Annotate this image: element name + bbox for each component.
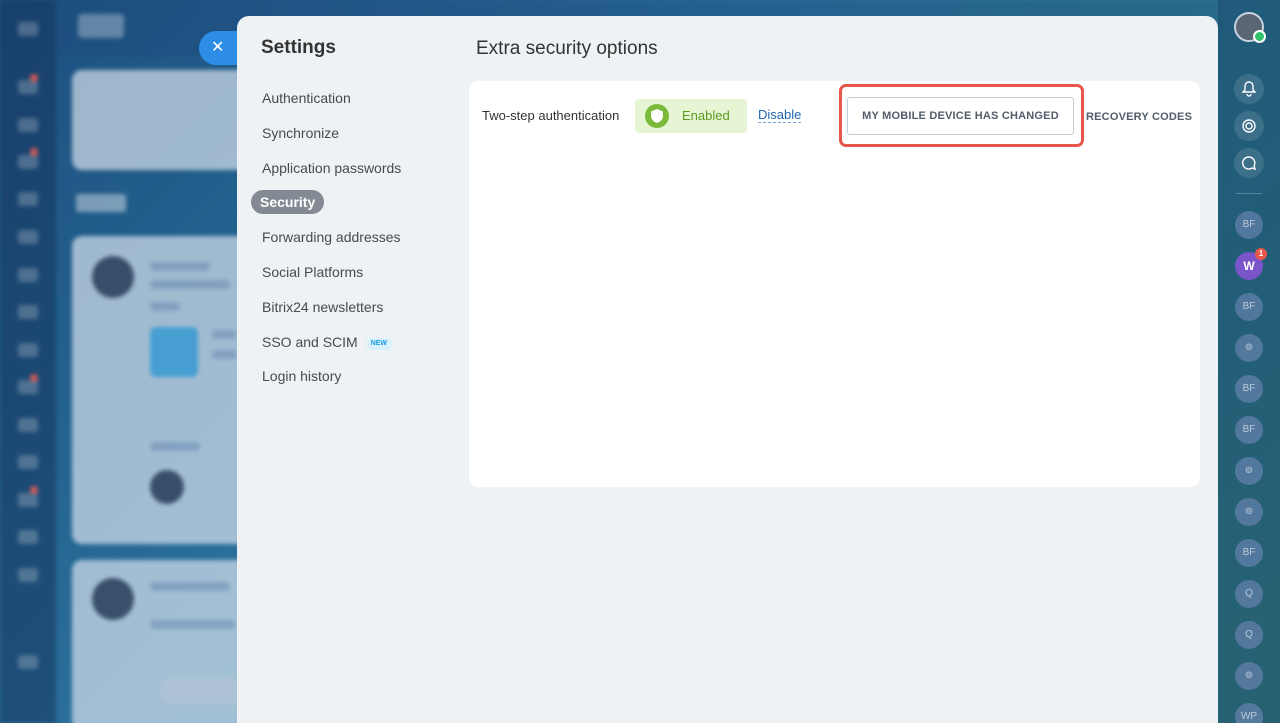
calendar-icon <box>150 327 198 377</box>
settings-nav: Authentication Synchronize Application p… <box>251 86 451 399</box>
status-badge: Enabled <box>635 99 747 133</box>
nav-item-sso-scim[interactable]: SSO and SCIM NEW <box>251 330 451 354</box>
page-title: Settings <box>261 37 336 58</box>
nav-item-security[interactable]: Security <box>251 190 451 215</box>
nav-item-social-platforms[interactable]: Social Platforms <box>251 260 451 284</box>
nav-item-synchronize[interactable]: Synchronize <box>251 121 451 145</box>
shield-icon <box>645 104 669 128</box>
recent-chat[interactable]: BF <box>1235 416 1263 444</box>
nav-item-label: Login history <box>262 368 342 385</box>
recent-chat[interactable]: BF <box>1235 293 1263 321</box>
logo <box>78 14 124 38</box>
copilot-icon[interactable] <box>1234 111 1264 141</box>
nav-item-authentication[interactable]: Authentication <box>251 86 451 110</box>
copilot-chat-icon[interactable]: ⊚ <box>1235 334 1263 362</box>
settings-panel: Settings Authentication Synchronize Appl… <box>237 16 1218 723</box>
left-menu <box>0 0 56 723</box>
avatar <box>150 470 184 504</box>
security-card: Two-step authentication Enabled Disable … <box>469 81 1200 487</box>
notification-badge: 1 <box>1255 248 1267 260</box>
chat-icon[interactable] <box>1234 148 1264 178</box>
recent-chat[interactable]: BF <box>1235 375 1263 403</box>
nav-item-login-history[interactable]: Login history <box>251 364 451 388</box>
online-indicator <box>1253 30 1266 43</box>
right-sidebar: BF W1 BF ⊚ BF BF ⊚ ⊚ BF Q Q ⊚ WP <box>1218 0 1280 723</box>
copilot-chat-icon[interactable]: ⊚ <box>1235 662 1263 690</box>
nav-item-label: Forwarding addresses <box>262 229 401 246</box>
recent-chat[interactable]: W1 <box>1235 248 1267 280</box>
feed-title <box>76 194 126 212</box>
recent-chat[interactable]: Q <box>1235 621 1263 649</box>
nav-item-label: Application passwords <box>262 159 402 176</box>
recovery-codes-button[interactable]: RECOVERY CODES <box>1086 111 1192 123</box>
mobile-device-changed-button[interactable]: MY MOBILE DEVICE HAS CHANGED <box>847 97 1074 135</box>
nav-item-forwarding-addresses[interactable]: Forwarding addresses <box>251 225 451 249</box>
nav-item-label: SSO and SCIM <box>262 333 358 350</box>
avatar <box>92 578 134 620</box>
nav-item-newsletters[interactable]: Bitrix24 newsletters <box>251 295 451 319</box>
status-text: Enabled <box>682 108 730 123</box>
copilot-chat-icon[interactable]: ⊚ <box>1235 457 1263 485</box>
avatar <box>92 256 134 298</box>
user-avatar[interactable] <box>1234 12 1266 43</box>
nav-item-label: Security <box>251 190 325 215</box>
post-form <box>72 70 252 170</box>
recent-chat[interactable]: WP <box>1235 703 1263 723</box>
section-title: Extra security options <box>476 38 658 59</box>
nav-item-label: Bitrix24 newsletters <box>262 298 384 315</box>
chat-initial: W <box>1243 259 1255 273</box>
disable-link[interactable]: Disable <box>758 107 802 123</box>
nav-item-label: Social Platforms <box>262 263 364 280</box>
close-icon: ✕ <box>211 39 225 56</box>
copilot-chat-icon[interactable]: ⊚ <box>1235 498 1263 526</box>
bell-icon[interactable] <box>1234 74 1264 104</box>
nav-item-label: Authentication <box>262 90 351 106</box>
new-badge: NEW <box>365 337 393 350</box>
recent-chat[interactable]: Q <box>1235 580 1263 608</box>
recent-chat[interactable]: BF <box>1235 211 1263 239</box>
nav-item-label: Synchronize <box>262 124 340 141</box>
nav-item-application-passwords[interactable]: Application passwords <box>251 156 451 180</box>
two-step-label: Two-step authentication <box>482 108 620 123</box>
recent-chat[interactable]: BF <box>1235 539 1263 567</box>
